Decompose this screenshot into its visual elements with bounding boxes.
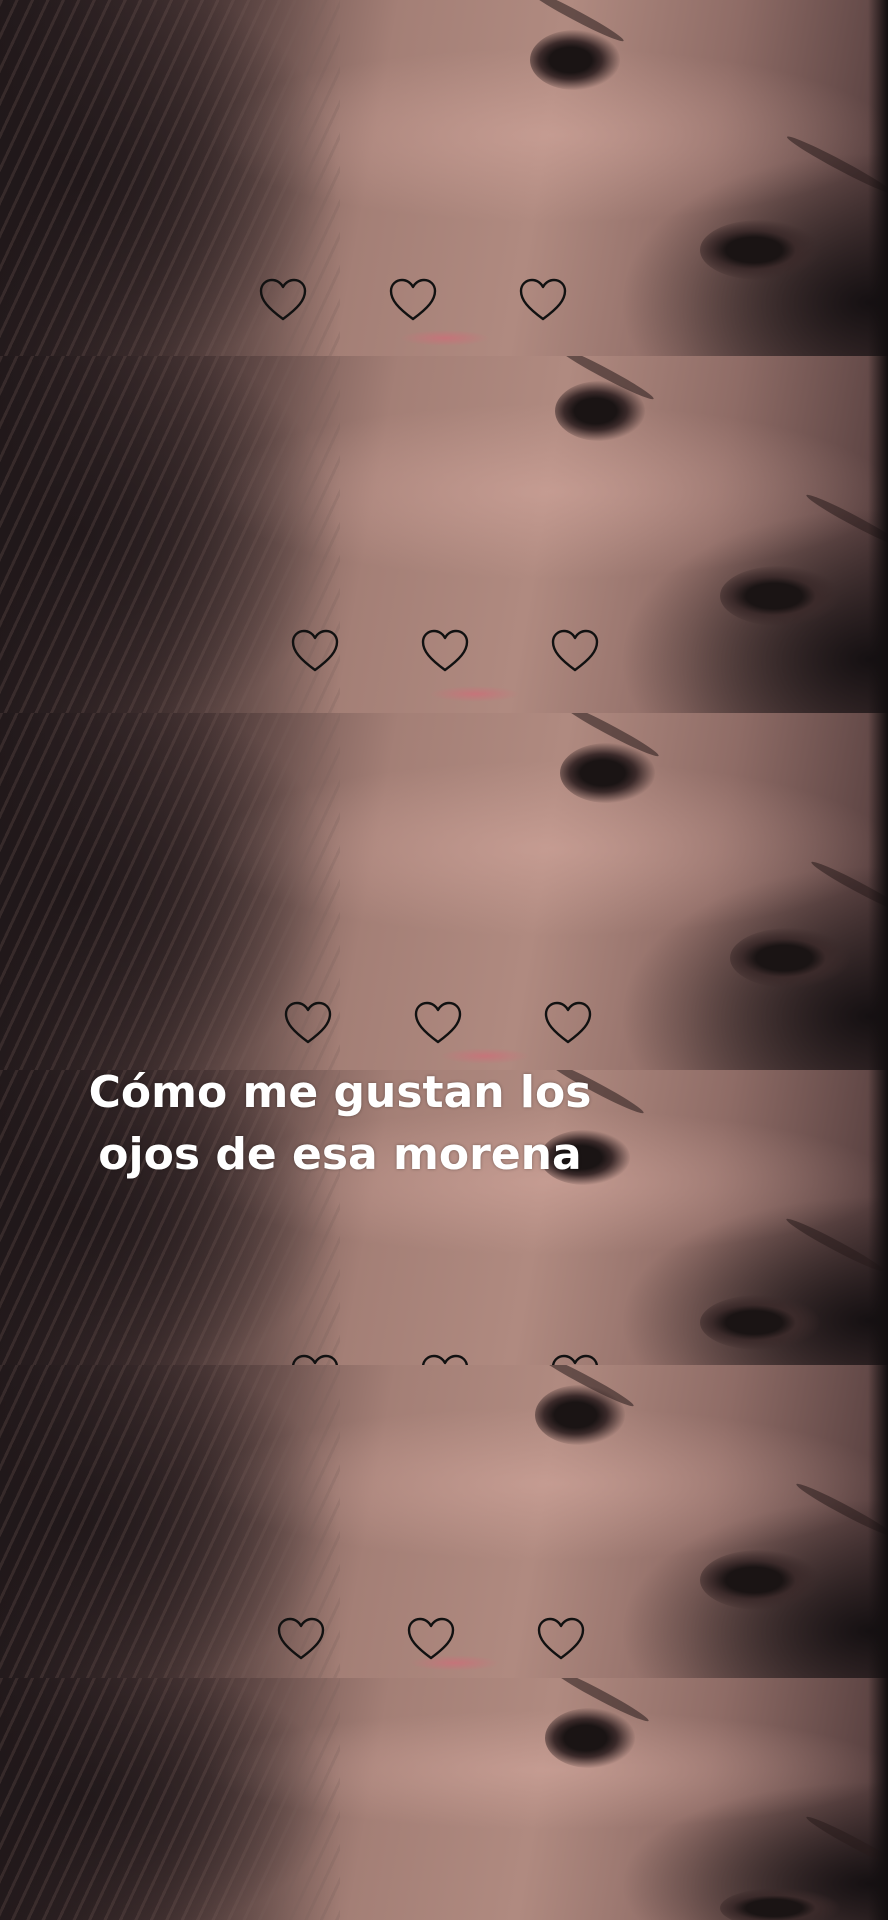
edge-shadow bbox=[868, 1365, 888, 1678]
heart-outline-icon bbox=[413, 1000, 463, 1046]
lips bbox=[430, 686, 520, 702]
hearts-row bbox=[276, 1616, 586, 1662]
eye-left bbox=[560, 743, 655, 803]
eye-left bbox=[530, 30, 620, 90]
hair-area bbox=[0, 356, 340, 713]
caption-line-1: Cómo me gustan los bbox=[88, 1067, 592, 1118]
heart-outline-icon bbox=[536, 1616, 586, 1662]
heart-outline-icon bbox=[420, 628, 470, 674]
edge-shadow bbox=[868, 1678, 888, 1920]
photo-strip-5 bbox=[0, 1365, 888, 1680]
heart-outline-icon bbox=[550, 628, 600, 674]
edge-shadow bbox=[868, 1070, 888, 1365]
eye-right bbox=[700, 1295, 820, 1350]
hearts-row bbox=[258, 277, 568, 323]
eye-right bbox=[730, 928, 850, 988]
story-page: { "caption": { "line1": "Cómo me gustan … bbox=[0, 0, 888, 1920]
eye-right bbox=[700, 1550, 820, 1610]
eye-left bbox=[535, 1385, 625, 1445]
eye-left bbox=[555, 381, 645, 441]
hearts-row bbox=[283, 1000, 593, 1046]
photo-strip-3 bbox=[0, 713, 888, 1072]
story-caption: Cómo me gustan los ojos de esa morena bbox=[40, 1062, 640, 1186]
heart-outline-icon bbox=[276, 1616, 326, 1662]
caption-line-2: ojos de esa morena bbox=[98, 1129, 582, 1180]
heart-outline-icon bbox=[290, 628, 340, 674]
heart-outline-icon bbox=[518, 277, 568, 323]
edge-shadow bbox=[868, 713, 888, 1070]
photo-strip-6 bbox=[0, 1678, 888, 1920]
eye-right bbox=[720, 566, 840, 626]
eye-right bbox=[720, 1888, 840, 1920]
heart-outline-icon bbox=[283, 1000, 333, 1046]
photo-strip-2 bbox=[0, 356, 888, 715]
heart-outline-icon bbox=[258, 277, 308, 323]
heart-outline-icon bbox=[388, 277, 438, 323]
photo-strip-1 bbox=[0, 0, 888, 358]
heart-outline-icon bbox=[406, 1616, 456, 1662]
hearts-row bbox=[290, 628, 600, 674]
heart-outline-icon bbox=[543, 1000, 593, 1046]
hair-area bbox=[0, 1678, 340, 1920]
eye-left bbox=[545, 1708, 635, 1768]
eye-right bbox=[700, 220, 820, 280]
edge-shadow bbox=[868, 356, 888, 713]
lips bbox=[400, 330, 490, 346]
edge-shadow bbox=[868, 0, 888, 356]
